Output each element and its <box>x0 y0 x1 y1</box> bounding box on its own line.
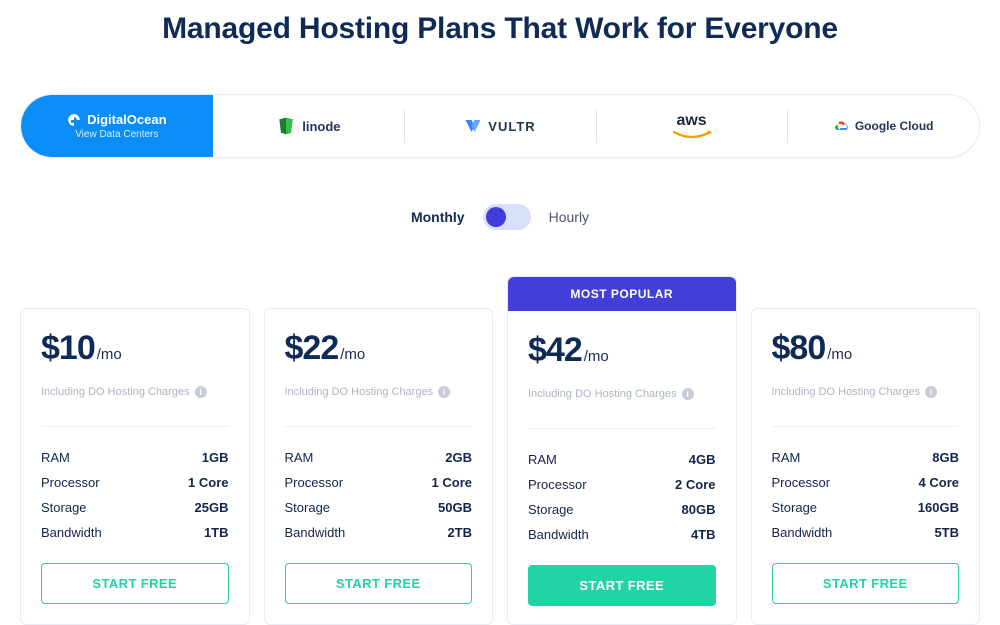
tab-googlecloud[interactable]: Google Cloud <box>787 95 979 157</box>
spec-row-ram: RAM8GB <box>772 445 960 470</box>
price-amount: $10 <box>41 329 95 368</box>
price: $42 /mo <box>528 331 716 370</box>
charges-note: Including DO Hosting Charges <box>528 388 677 400</box>
price-amount: $42 <box>528 331 582 370</box>
info-icon[interactable]: i <box>682 388 694 400</box>
tab-label: Google Cloud <box>855 119 934 133</box>
divider <box>528 428 716 429</box>
tab-label: VULTR <box>488 119 535 134</box>
spec-row-storage: Storage50GB <box>285 495 473 520</box>
provider-tabs: DigitalOcean View Data Centers linode VU… <box>20 94 980 158</box>
price: $10 /mo <box>41 329 229 368</box>
spec-row-bandwidth: Bandwidth4TB <box>528 522 716 547</box>
price: $80 /mo <box>772 329 960 368</box>
toggle-knob <box>486 207 506 227</box>
tab-label: DigitalOcean <box>87 112 166 127</box>
spec-row-bandwidth: Bandwidth1TB <box>41 520 229 545</box>
price-period: /mo <box>827 346 852 368</box>
charges-note: Including DO Hosting Charges <box>41 386 190 398</box>
plan-card: $80 /mo Including DO Hosting Charges i R… <box>751 308 981 625</box>
charges-note: Including DO Hosting Charges <box>772 386 921 398</box>
charges-note-row: Including DO Hosting Charges i <box>772 386 960 398</box>
digitalocean-icon <box>67 113 81 127</box>
spec-row-processor: Processor1 Core <box>285 470 473 495</box>
toggle-label-monthly[interactable]: Monthly <box>411 209 465 225</box>
info-icon[interactable]: i <box>195 386 207 398</box>
charges-note-row: Including DO Hosting Charges i <box>528 388 716 400</box>
spec-row-bandwidth: Bandwidth2TB <box>285 520 473 545</box>
start-free-button[interactable]: START FREE <box>772 563 960 604</box>
toggle-label-hourly[interactable]: Hourly <box>549 209 589 225</box>
spec-row-processor: Processor1 Core <box>41 470 229 495</box>
billing-toggle-row: Monthly Hourly <box>20 204 980 230</box>
pricing-cards: $10 /mo Including DO Hosting Charges i R… <box>20 276 980 625</box>
plan-card: $22 /mo Including DO Hosting Charges i R… <box>264 308 494 625</box>
price-period: /mo <box>584 348 609 370</box>
vultr-icon <box>464 117 482 135</box>
divider <box>772 426 960 427</box>
spec-row-storage: Storage80GB <box>528 497 716 522</box>
tab-sublabel: View Data Centers <box>75 129 158 140</box>
popular-badge: MOST POPULAR <box>508 277 736 311</box>
divider <box>285 426 473 427</box>
start-free-button[interactable]: START FREE <box>528 565 716 606</box>
spec-row-storage: Storage25GB <box>41 495 229 520</box>
googlecloud-icon <box>833 120 849 132</box>
price-period: /mo <box>97 346 122 368</box>
start-free-button[interactable]: START FREE <box>285 563 473 604</box>
plan-card: $10 /mo Including DO Hosting Charges i R… <box>20 308 250 625</box>
billing-toggle[interactable] <box>483 204 531 230</box>
price: $22 /mo <box>285 329 473 368</box>
info-icon[interactable]: i <box>925 386 937 398</box>
spec-row-processor: Processor4 Core <box>772 470 960 495</box>
divider <box>41 426 229 427</box>
charges-note-row: Including DO Hosting Charges i <box>285 386 473 398</box>
tab-vultr[interactable]: VULTR <box>404 95 596 157</box>
tab-linode[interactable]: linode <box>213 95 405 157</box>
tab-aws[interactable]: aws <box>596 95 788 157</box>
plan-card-popular: MOST POPULAR $42 /mo Including DO Hostin… <box>507 276 737 625</box>
linode-icon <box>276 115 296 137</box>
price-amount: $22 <box>285 329 339 368</box>
start-free-button[interactable]: START FREE <box>41 563 229 604</box>
price-amount: $80 <box>772 329 826 368</box>
tab-label: linode <box>302 119 340 134</box>
info-icon[interactable]: i <box>438 386 450 398</box>
spec-row-ram: RAM1GB <box>41 445 229 470</box>
charges-note: Including DO Hosting Charges <box>285 386 434 398</box>
tab-label: aws <box>676 112 706 130</box>
price-period: /mo <box>340 346 365 368</box>
spec-row-ram: RAM2GB <box>285 445 473 470</box>
spec-row-ram: RAM4GB <box>528 447 716 472</box>
charges-note-row: Including DO Hosting Charges i <box>41 386 229 398</box>
spec-row-processor: Processor2 Core <box>528 472 716 497</box>
tab-digitalocean[interactable]: DigitalOcean View Data Centers <box>21 95 213 157</box>
page-title: Managed Hosting Plans That Work for Ever… <box>20 12 980 46</box>
aws-smile-icon <box>672 130 712 140</box>
spec-row-bandwidth: Bandwidth5TB <box>772 520 960 545</box>
spec-row-storage: Storage160GB <box>772 495 960 520</box>
